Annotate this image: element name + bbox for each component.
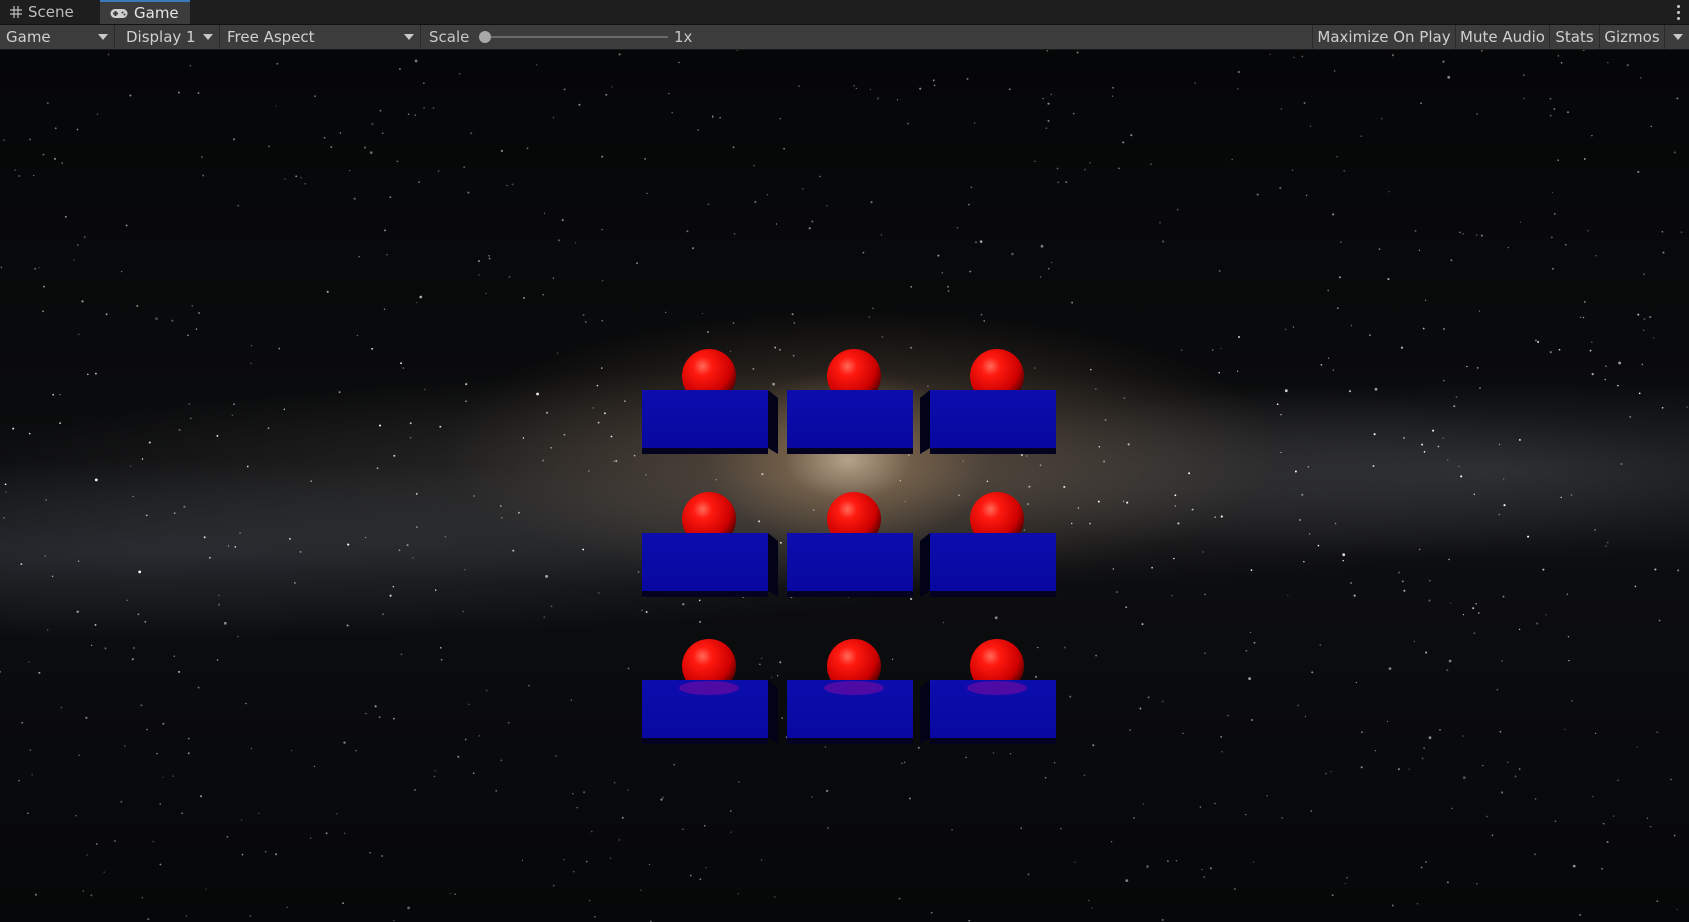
box-bottom bbox=[642, 738, 768, 744]
grid-icon bbox=[10, 6, 22, 18]
box-front bbox=[642, 533, 768, 591]
scale-value: 1x bbox=[674, 28, 693, 46]
box-front bbox=[787, 390, 913, 448]
scene-object bbox=[920, 492, 1056, 597]
sphere-reflection bbox=[679, 681, 739, 695]
gamepad-icon bbox=[110, 8, 128, 19]
box-side bbox=[920, 680, 930, 744]
game-viewport[interactable] bbox=[0, 50, 1689, 922]
box-side bbox=[768, 680, 778, 744]
aspect-label: Free Aspect bbox=[227, 28, 315, 46]
display-dropdown[interactable]: Display 1 bbox=[116, 25, 220, 49]
box-side bbox=[768, 533, 778, 597]
box-side bbox=[920, 533, 930, 597]
stats-toggle[interactable]: Stats bbox=[1549, 25, 1599, 49]
mute-audio-toggle[interactable]: Mute Audio bbox=[1455, 25, 1549, 49]
box-front bbox=[930, 533, 1056, 591]
box-side bbox=[768, 390, 778, 454]
view-mode-dropdown[interactable]: Game bbox=[0, 25, 115, 49]
scene-object bbox=[642, 639, 778, 744]
chevron-down-icon bbox=[404, 34, 414, 40]
tab-scene[interactable]: Scene bbox=[0, 0, 96, 24]
box-bottom bbox=[930, 448, 1056, 454]
scene-object bbox=[787, 639, 913, 744]
scale-label: Scale bbox=[429, 28, 470, 46]
gizmos-toggle[interactable]: Gizmos bbox=[1599, 25, 1664, 49]
chevron-down-icon bbox=[203, 34, 213, 40]
box-bottom bbox=[787, 591, 913, 597]
box-bottom bbox=[787, 738, 913, 744]
box-front bbox=[930, 390, 1056, 448]
maximize-on-play-toggle[interactable]: Maximize On Play bbox=[1312, 25, 1455, 49]
game-toolbar: Game Display 1 Free Aspect Scale 1x Maxi… bbox=[0, 25, 1689, 50]
box-bottom bbox=[642, 448, 768, 454]
view-mode-label: Game bbox=[6, 28, 51, 46]
tab-strip: Scene Game bbox=[0, 0, 1689, 25]
scene-object bbox=[920, 639, 1056, 744]
box-bottom bbox=[787, 448, 913, 454]
aspect-dropdown[interactable]: Free Aspect bbox=[221, 25, 421, 49]
display-label: Display 1 bbox=[126, 28, 196, 46]
box-bottom bbox=[930, 591, 1056, 597]
scene-object bbox=[787, 349, 913, 454]
tab-game[interactable]: Game bbox=[100, 0, 190, 24]
tab-scene-label: Scene bbox=[28, 3, 74, 21]
scene-object bbox=[642, 349, 778, 454]
scene-objects bbox=[642, 349, 1056, 744]
box-bottom bbox=[930, 738, 1056, 744]
sphere-reflection bbox=[967, 681, 1027, 695]
scale-slider-handle[interactable] bbox=[479, 31, 491, 43]
scale-slider-track[interactable] bbox=[482, 36, 668, 38]
scene-object bbox=[920, 349, 1056, 454]
sphere-reflection bbox=[824, 681, 884, 695]
box-bottom bbox=[642, 591, 768, 597]
box-front bbox=[642, 390, 768, 448]
box-front bbox=[787, 533, 913, 591]
box-side bbox=[920, 390, 930, 454]
more-options-icon[interactable] bbox=[1671, 1, 1685, 23]
chevron-down-icon bbox=[98, 34, 108, 40]
gizmos-dropdown-arrow[interactable] bbox=[1664, 25, 1689, 49]
scene-object bbox=[642, 492, 778, 597]
scene-object bbox=[787, 492, 913, 597]
tab-game-label: Game bbox=[134, 4, 179, 22]
